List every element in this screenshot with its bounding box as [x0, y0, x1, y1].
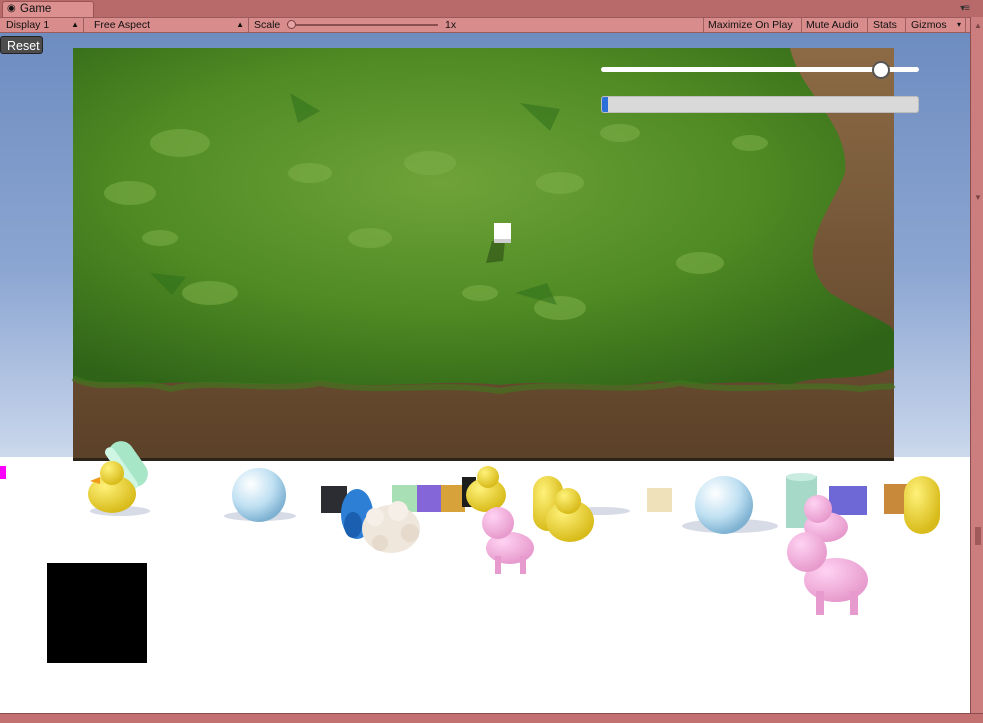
unity-logo-icon: ◉ — [7, 3, 16, 14]
tab-title: Game — [20, 3, 52, 15]
side-panel-edge: ▲ ▼ — [970, 17, 983, 723]
slider-knob[interactable] — [871, 61, 890, 79]
game-viewport[interactable]: Reset — [0, 33, 970, 713]
gizmos-dropdown[interactable]: Gizmos ▾ — [906, 18, 966, 32]
scale-label: Scale — [254, 19, 281, 31]
mute-label: Mute Audio — [806, 19, 859, 31]
gizmos-label: Gizmos — [911, 19, 947, 31]
scale-value: 1x — [445, 19, 457, 31]
display-label: Display 1 — [6, 19, 50, 31]
aspect-label: Free Aspect — [94, 19, 151, 31]
game-slider[interactable] — [601, 61, 919, 79]
aspect-dropdown[interactable]: Free Aspect ▲ — [88, 18, 249, 32]
dropdown-arrows-icon: ▲ — [71, 20, 79, 29]
progress-fill — [602, 97, 609, 112]
bottom-border — [0, 713, 983, 723]
black-square-panel — [47, 563, 147, 663]
scroll-up-icon[interactable]: ▲ — [974, 21, 982, 30]
duck-center — [466, 466, 506, 512]
stats-toggle[interactable]: Stats — [868, 18, 906, 32]
scale-slider-knob[interactable] — [287, 20, 296, 29]
mute-audio-toggle[interactable]: Mute Audio — [802, 18, 868, 32]
tab-game[interactable]: ◉ Game — [2, 1, 94, 17]
pig-center — [482, 507, 534, 574]
panel-menu-icon[interactable]: ▾≡ — [960, 3, 970, 14]
display-dropdown[interactable]: Display 1 ▲ — [0, 18, 84, 32]
scale-slider-track[interactable] — [290, 24, 438, 26]
maximize-label: Maximize On Play — [708, 19, 793, 31]
progress-bar — [601, 96, 919, 113]
magenta-marker — [0, 466, 6, 479]
resize-handle[interactable] — [975, 527, 981, 545]
collapse-arrow-icon[interactable]: ▼ — [974, 193, 982, 202]
window-tabbar: ◉ Game ▾≡ — [0, 0, 983, 17]
reset-button[interactable]: Reset — [0, 36, 43, 54]
dropdown-arrows-icon: ▲ — [236, 20, 244, 29]
game-toolbar: Display 1 ▲ Free Aspect ▲ Scale 1x Maxim… — [0, 17, 970, 33]
scene-props — [88, 441, 940, 615]
pig-right-front — [787, 532, 868, 615]
stats-label: Stats — [873, 19, 897, 31]
maximize-on-play-toggle[interactable]: Maximize On Play — [703, 18, 802, 32]
chevron-down-icon: ▾ — [956, 20, 961, 29]
